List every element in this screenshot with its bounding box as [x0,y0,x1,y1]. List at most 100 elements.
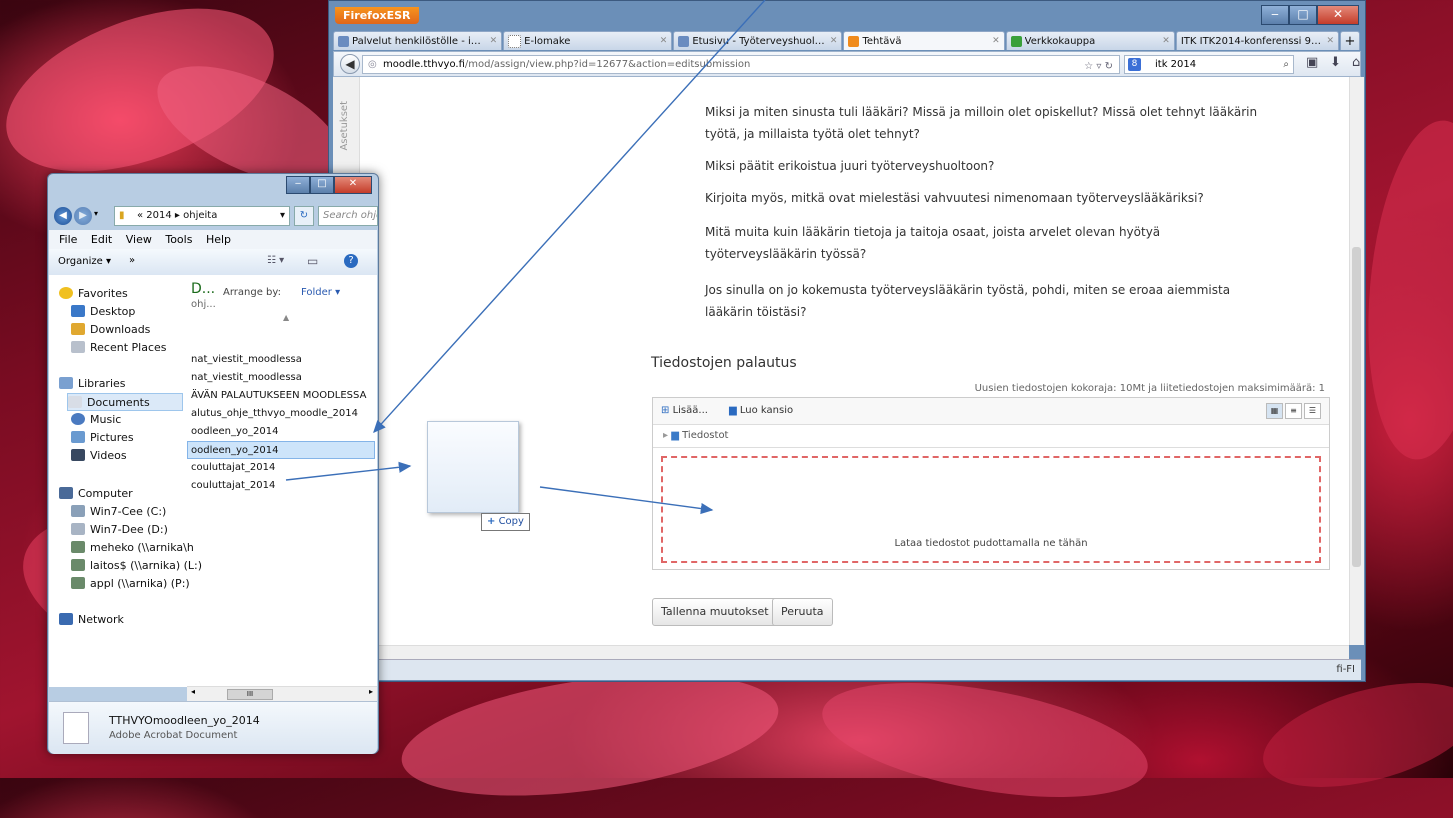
tab-itk[interactable]: ITK ITK2014-konferenssi 9.-11....✕ [1175,31,1340,50]
grid-view-icon[interactable]: ▦ [1266,403,1283,419]
file-item[interactable]: couluttajat_2014 [191,477,275,495]
file-list-horizontal-scrollbar[interactable]: ◂ III ▸ [187,686,377,701]
nav-desktop[interactable]: Desktop [71,303,135,321]
file-item[interactable]: ÄVÄN PALAUTUKSEEN MOODLESSA [191,387,366,405]
help-icon[interactable]: ? [344,254,358,268]
scrollbar-thumb[interactable]: III [227,689,273,700]
tab-close-icon[interactable]: ✕ [830,36,838,46]
computer-icon [59,487,73,499]
close-icon[interactable]: ✕ [1317,5,1359,25]
locale-indicator[interactable]: fi-FI [1336,664,1355,675]
scroll-left-icon[interactable]: ◂ [191,687,195,696]
horizontal-scrollbar[interactable] [333,645,1349,660]
home-icon[interactable]: ⌂ [1352,55,1360,70]
explorer-search-input[interactable]: Search ohje [318,206,378,226]
folder-path[interactable]: ▸ ▆ Tiedostot [653,425,1329,448]
explorer-path-bar[interactable]: ▮ « 2014 ▸ ohjeita ▾ [114,206,290,226]
drop-zone[interactable]: Lataa tiedostot pudottamalla ne tähän [661,456,1321,563]
refresh-button[interactable]: ↻ [294,206,314,226]
maximize-icon[interactable]: □ [1289,5,1317,25]
add-file-button[interactable]: ⊞ Lisää... [661,405,708,416]
explorer-menu-bar: File Edit View Tools Help [49,230,377,249]
save-changes-button[interactable]: Tallenna muutokset [652,598,778,626]
tab-tehtava[interactable]: Tehtävä ✕ [843,31,1005,50]
tab-close-icon[interactable]: ✕ [1326,36,1334,46]
explorer-address-row: ◀ ▶ ▾ ▮ « 2014 ▸ ohjeita ▾ ↻ Search ohje [54,204,378,228]
nav-laitos[interactable]: laitos$ (\\arnika) (L:) [71,557,202,575]
view-options-icon[interactable]: ☷ ▾ [267,255,284,266]
nav-drive-c[interactable]: Win7-Cee (C:) [71,503,166,521]
tab-etusivu[interactable]: Etusivu - Työterveyshuollo... ✕ [673,31,843,50]
nav-videos[interactable]: Videos [71,447,127,465]
scroll-right-icon[interactable]: ▸ [369,687,373,696]
menu-file[interactable]: File [59,233,77,246]
more-commands-button[interactable]: » [129,255,135,266]
tab-close-icon[interactable]: ✕ [660,36,668,46]
vertical-scrollbar[interactable] [1349,77,1364,645]
nav-network[interactable]: Network [59,611,124,629]
file-item[interactable]: nat_viestit_moodlessa [191,369,302,387]
menu-tools[interactable]: Tools [165,233,192,246]
firefox-app-button[interactable]: FirefoxESR [335,7,419,24]
url-host: moodle.tthvyo.fi [383,59,465,70]
file-item[interactable]: nat_viestit_moodlessa [191,351,302,369]
nav-documents[interactable]: Documents [67,393,183,411]
drag-ghost-thumbnail [427,421,519,513]
nav-music[interactable]: Music [71,411,121,429]
download-icon[interactable]: ⬇ [1330,55,1341,70]
firefox-window: FirefoxESR ‒ □ ✕ Palvelut henkilöstölle … [328,0,1366,682]
search-icon[interactable]: ⌕ [1283,56,1289,73]
nav-favorites[interactable]: Favorites [59,285,128,303]
scrollbar-thumb[interactable] [1352,247,1361,567]
cancel-button[interactable]: Peruuta [772,598,833,626]
arrange-by-dropdown[interactable]: Folder ▾ [301,287,340,298]
bookmark-star-icon[interactable]: ☆ [1084,61,1093,72]
recent-dropdown-icon[interactable]: ▾ [94,209,98,218]
explorer-window-controls: ‒ □ ✕ [286,176,372,194]
bookmarks-icon[interactable]: ▣ [1306,55,1318,70]
nav-pictures[interactable]: Pictures [71,429,134,447]
nav-appl[interactable]: appl (\\arnika) (P:) [71,575,190,593]
list-view-icon[interactable]: ≡ [1285,403,1302,419]
collapse-icon[interactable]: ▲ [283,313,289,322]
file-item[interactable]: alutus_ohje_tthvyo_moodle_2014 [191,405,358,423]
back-arrow-icon[interactable]: ◀ [54,207,72,225]
tab-palvelut[interactable]: Palvelut henkilöstölle - int... ✕ [333,31,503,50]
question-3: Kirjoita myös, mitkä ovat mielestäsi vah… [705,191,1204,205]
search-bar[interactable]: 8 itk 2014 ⌕ [1124,55,1294,74]
menu-edit[interactable]: Edit [91,233,112,246]
folder-icon: ▆ [671,430,679,441]
nav-computer[interactable]: Computer [59,485,133,503]
file-item-selected[interactable]: oodleen_yo_2014 [187,441,375,459]
file-item[interactable]: oodleen_yo_2014 [191,423,279,441]
tab-close-icon[interactable]: ✕ [490,36,498,46]
menu-help[interactable]: Help [206,233,231,246]
tab-close-icon[interactable]: ✕ [992,36,1000,46]
maximize-icon[interactable]: □ [310,176,334,194]
forward-arrow-icon[interactable]: ▶ [74,207,92,225]
chevron-down-icon[interactable]: ▾ [280,207,285,225]
back-button[interactable]: ◀ [340,54,360,74]
close-icon[interactable]: ✕ [334,176,372,194]
downloads-folder-icon [71,323,85,335]
menu-view[interactable]: View [126,233,152,246]
nav-drive-d[interactable]: Win7-Dee (D:) [71,521,168,539]
file-item[interactable]: couluttajat_2014 [191,459,275,477]
music-icon [71,413,85,425]
new-folder-button[interactable]: ▆ Luo kansio [729,405,793,416]
nav-recent-places[interactable]: Recent Places [71,339,167,357]
organize-button[interactable]: Organize ▾ [58,256,111,267]
tab-verkkokauppa[interactable]: Verkkokauppa ✕ [1005,31,1175,50]
url-bar[interactable]: ◎ moodle.tthvyo.fi/mod/assign/view.php?i… [362,55,1120,74]
tab-close-icon[interactable]: ✕ [1162,36,1170,46]
tree-view-icon[interactable]: ☰ [1304,403,1321,419]
tab-e-lomake[interactable]: E-lomake ✕ [503,31,673,50]
preview-pane-icon[interactable]: ▭ [307,254,318,268]
reload-icon[interactable]: ↻ [1105,61,1113,72]
nav-downloads[interactable]: Downloads [71,321,150,339]
nav-libraries[interactable]: Libraries [59,375,126,393]
nav-meheko[interactable]: meheko (\\arnika\h [71,539,194,557]
minimize-icon[interactable]: ‒ [286,176,310,194]
new-tab-button[interactable]: + [1340,31,1360,50]
minimize-icon[interactable]: ‒ [1261,5,1289,25]
